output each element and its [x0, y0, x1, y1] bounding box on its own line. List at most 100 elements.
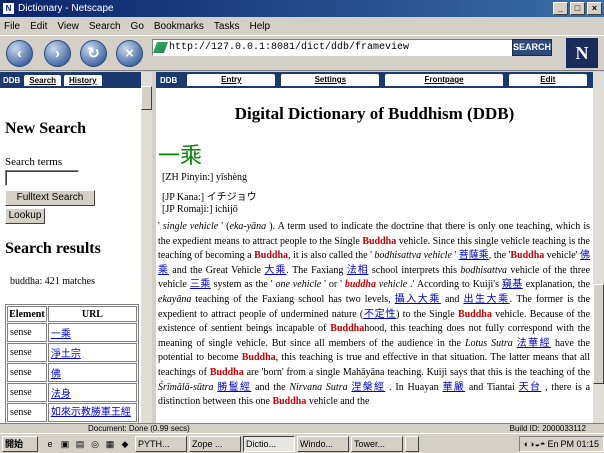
left-scrollbar[interactable]	[141, 72, 152, 423]
left-scroll-thumb[interactable]	[141, 86, 152, 110]
row-element: sense	[7, 403, 47, 422]
body-text: vehicle and the	[306, 396, 370, 408]
tab-frontpage[interactable]: Frontpage	[385, 74, 503, 86]
result-link[interactable]: 淨土宗	[51, 349, 81, 360]
window-icon[interactable]: ▦	[104, 438, 116, 450]
highlight-term: Buddha	[209, 366, 244, 378]
maximize-button[interactable]: □	[570, 2, 585, 15]
fulltext-search-button[interactable]: Fulltext Search	[5, 190, 95, 206]
search-results-heading: Search results	[5, 240, 101, 257]
url-bar[interactable]: http://127.0.0.1:8081/dict/ddb/frameview	[152, 39, 550, 56]
folder-icon[interactable]: ▤	[74, 438, 86, 450]
body-text: bodhisattva vehicle	[374, 250, 452, 262]
menu-view[interactable]: View	[57, 21, 79, 32]
cross-reference-link[interactable]: 菩薩乘	[459, 250, 489, 261]
body-text: system as the '	[210, 279, 276, 291]
close-button[interactable]: ×	[587, 2, 602, 15]
cross-reference-link[interactable]: 天台	[519, 382, 542, 393]
task-dictionary[interactable]: Dictio...	[243, 435, 295, 452]
task-tower[interactable]: Tower...	[351, 435, 403, 452]
cross-reference-link[interactable]: 勝鬘經	[217, 382, 251, 393]
system-tray: ◐◑◒◓ En PM 01:15	[518, 435, 604, 452]
start-button[interactable]: 開始	[2, 435, 38, 452]
save-icon[interactable]: ▣	[59, 438, 71, 450]
body-text: '	[451, 250, 459, 262]
page-icon	[152, 42, 169, 53]
cross-reference-link[interactable]: 華嚴	[442, 382, 465, 393]
status-bar: Document: Done (0.99 secs) Build ID: 200…	[0, 423, 604, 433]
cross-reference-link[interactable]: 不定性	[363, 309, 396, 320]
right-scrollbar[interactable]	[593, 72, 604, 423]
highlight-term: Buddha	[457, 308, 492, 320]
results-table: Element URL sense 一乘 sense 淨土宗 sense 佛 s…	[5, 304, 139, 423]
back-button[interactable]: ‹	[6, 40, 33, 67]
taskbar: 開始 e ▣ ▤ ◎ ▦ ◆ PYTH... Zope ... Dictio..…	[0, 433, 604, 453]
menu-bar: File Edit View Search Go Bookmarks Tasks…	[0, 17, 604, 35]
task-extra[interactable]	[405, 435, 419, 452]
tab-edit[interactable]: Edit	[508, 74, 587, 86]
cross-reference-link[interactable]: 法相	[347, 265, 369, 276]
ie-icon[interactable]: e	[44, 438, 56, 450]
result-link[interactable]: 如來示教勝軍王經	[51, 407, 131, 418]
minimize-button[interactable]: _	[553, 2, 568, 15]
globe-icon[interactable]: ◎	[89, 438, 101, 450]
cross-reference-link[interactable]: 涅槃經	[351, 382, 385, 393]
body-text: , the '	[488, 250, 511, 262]
cross-reference-link[interactable]: 三乘	[190, 279, 211, 290]
cross-reference-link[interactable]: 出生大乘	[463, 294, 509, 305]
menu-search[interactable]: Search	[89, 21, 121, 32]
ddb-label: DDB	[3, 75, 21, 85]
row-element: sense	[7, 343, 47, 362]
tab-entry[interactable]: Entry	[187, 74, 276, 86]
cross-reference-link[interactable]: 大乘	[265, 265, 287, 276]
task-zope[interactable]: Zope ...	[189, 435, 241, 452]
result-link[interactable]: 法身	[51, 389, 71, 400]
reload-button[interactable]: ↻	[80, 40, 107, 67]
url-text: http://127.0.0.1:8081/dict/ddb/frameview	[169, 42, 410, 53]
search-terms-label: Search terms	[5, 156, 63, 168]
right-frame: DDB Entry Settings Frontpage Edit Digita…	[156, 72, 593, 423]
tab-search[interactable]: Search	[24, 74, 62, 86]
search-button[interactable]: SEARCH	[512, 39, 552, 56]
menu-help[interactable]: Help	[249, 21, 270, 32]
right-scroll-thumb[interactable]	[593, 284, 604, 384]
highlight-term: Buddha	[510, 250, 545, 262]
cross-reference-link[interactable]: 攝入大乘	[395, 294, 441, 305]
body-text: Nirvana Sutra	[289, 381, 348, 393]
body-text: ' (	[218, 221, 230, 232]
tray-icons[interactable]: ◐◑◒◓	[524, 437, 546, 451]
search-terms-input[interactable]	[5, 170, 79, 186]
table-row: sense 如來示教勝軍王經	[7, 403, 137, 422]
tab-history[interactable]: History	[64, 74, 102, 86]
result-link[interactable]: 佛	[51, 369, 61, 380]
menu-bookmarks[interactable]: Bookmarks	[154, 21, 204, 32]
body-text: are 'born' from a single Mahāyāna teachi…	[243, 366, 591, 378]
cross-reference-link[interactable]: 法華經	[517, 338, 551, 349]
tab-settings[interactable]: Settings	[281, 74, 380, 86]
netscape-icon: N	[3, 3, 14, 14]
window-title: Dictionary - Netscape	[18, 3, 114, 14]
cross-reference-link[interactable]: 窺基	[502, 279, 523, 290]
result-link[interactable]: 一乘	[51, 329, 71, 340]
task-windows[interactable]: Windo...	[297, 435, 349, 452]
entry-body: ' single vehicle ' (eka-yāna ). A term u…	[158, 220, 590, 410]
table-row: sense 淨土宗	[7, 343, 137, 362]
menu-file[interactable]: File	[4, 21, 20, 32]
menu-tasks[interactable]: Tasks	[214, 21, 240, 32]
language-indicator[interactable]: En	[547, 437, 558, 451]
app-icon[interactable]: ◆	[119, 438, 131, 450]
body-text: Śrīmālā-sūtra	[158, 381, 214, 393]
column-header-url: URL	[47, 306, 137, 322]
title-bar: N Dictionary - Netscape _ □ ×	[0, 0, 604, 17]
body-text: , it is also called the '	[288, 250, 375, 262]
task-python[interactable]: PYTH...	[135, 435, 187, 452]
menu-edit[interactable]: Edit	[30, 21, 47, 32]
forward-button[interactable]: ›	[44, 40, 71, 67]
menu-go[interactable]: Go	[131, 21, 144, 32]
highlight-term: Buddha	[362, 235, 397, 247]
lookup-button[interactable]: Lookup	[5, 208, 45, 224]
body-text: teaching of the Faxiang school has two l…	[191, 293, 395, 305]
stop-button[interactable]: ×	[116, 40, 143, 67]
body-text: and Tiantai	[465, 381, 519, 393]
row-element: sense	[7, 323, 47, 342]
